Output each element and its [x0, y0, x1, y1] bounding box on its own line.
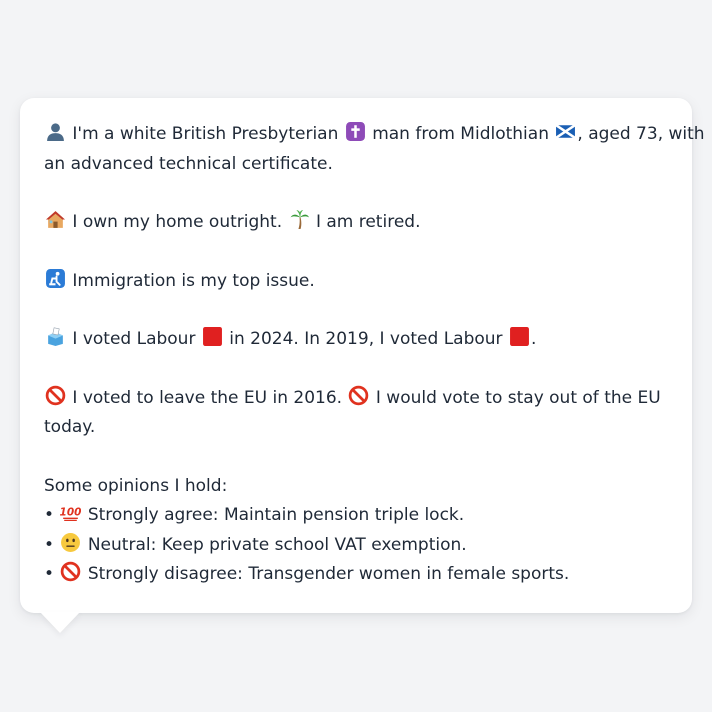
issue-line: Immigration is my top issue. — [44, 267, 668, 297]
voting-paragraph: I voted Labour in 2024. In 2019, I voted… — [44, 325, 668, 355]
eu-line-1: I voted to leave the EU in 2016. I would… — [44, 384, 668, 414]
issue-text: Immigration is my top issue. — [72, 270, 315, 291]
speech-bubble-tail — [40, 612, 80, 633]
opinion-text: Neutral: Keep private school VAT exempti… — [87, 534, 467, 555]
eu-line-2: today. — [44, 417, 96, 437]
no-entry-icon — [45, 385, 66, 406]
retired-text: I am retired. — [315, 212, 421, 232]
voting-line: I voted Labour in 2024. In 2019, I voted… — [44, 325, 668, 355]
persona-card: I'm a white British Presbyterian man fro… — [20, 98, 705, 613]
eu-paragraph: I voted to leave the EU in 2016. I would… — [44, 384, 668, 443]
identity-text-part-3: , aged 73, with — [577, 124, 705, 144]
bullet-point: • — [44, 564, 55, 584]
no-entry-icon — [348, 385, 369, 406]
scotland-flag-icon — [555, 121, 577, 142]
identity-line-2: an advanced technical certificate. — [44, 153, 333, 174]
opinion-item: • Neutral: Keep private school VAT exemp… — [44, 531, 668, 561]
opinions-heading: Some opinions I hold: — [44, 475, 228, 496]
identity-paragraph: I'm a white British Presbyterian man fro… — [44, 120, 705, 179]
voting-text-part-2: in 2024. In 2019, I voted Labour — [229, 329, 503, 349]
eu-text-part-1: I voted to leave the EU in 2016. — [72, 387, 343, 408]
eu-text-part-2: I would vote to stay out of the EU — [375, 387, 661, 408]
identity-text-part-2: man from Midlothian — [372, 124, 549, 144]
opinion-item: • Strongly disagree: Transgender women i… — [44, 560, 668, 590]
housing-line: I own my home outright. I am retired. — [44, 208, 668, 238]
voting-text-part-1: I voted Labour — [72, 329, 196, 349]
housing-paragraph: I own my home outright. I am retired. — [44, 208, 668, 238]
opinions-paragraph: Some opinions I hold: • 100 Strongly agr… — [44, 472, 668, 590]
housing-text: I own my home outright. — [72, 212, 283, 232]
passport-control-icon — [45, 268, 66, 289]
bullet-point: • — [44, 505, 55, 525]
no-entry-icon — [60, 561, 81, 582]
person-silhouette-icon — [45, 121, 66, 142]
ballot-box-icon — [45, 326, 66, 347]
opinion-item: • 100 Strongly agree: Maintain pension t… — [44, 501, 668, 531]
bullet-point: • — [44, 534, 55, 555]
red-square-icon — [202, 326, 223, 347]
svg-text:100: 100 — [60, 507, 81, 519]
issue-paragraph: Immigration is my top issue. — [44, 267, 668, 297]
red-square-icon — [509, 326, 530, 347]
palm-tree-icon — [289, 209, 310, 230]
house-icon — [45, 209, 66, 230]
latin-cross-icon — [345, 121, 366, 142]
opinion-text: Strongly disagree: Transgender women in … — [87, 564, 570, 584]
neutral-face-icon — [60, 532, 81, 553]
voting-text-part-3: . — [530, 329, 537, 349]
hundred-points-icon: 100 — [60, 502, 81, 523]
identity-line-1: I'm a white British Presbyterian man fro… — [44, 120, 705, 150]
opinion-text: Strongly agree: Maintain pension triple … — [87, 505, 465, 525]
identity-text-part-1: I'm a white British Presbyterian — [72, 124, 339, 144]
